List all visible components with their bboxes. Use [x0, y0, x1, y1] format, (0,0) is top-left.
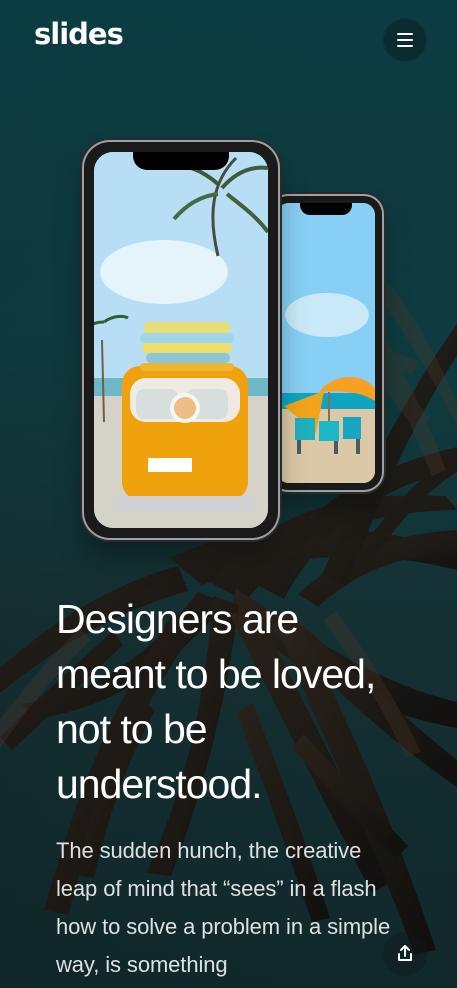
page: slides Designers are meant to be loved, …	[0, 0, 457, 988]
phone-screen-back	[277, 203, 375, 483]
phone-notch-back	[300, 203, 352, 215]
hero-body-copy: The sudden hunch, the creative leap of m…	[56, 838, 391, 977]
hero-headline: Designers are meant to be loved, not to …	[56, 596, 376, 807]
menu-button[interactable]	[383, 18, 427, 62]
phone-mockup-back	[270, 196, 382, 490]
share-button[interactable]	[383, 932, 427, 976]
surf-van-photo	[94, 152, 268, 528]
slides-logo[interactable]: slides	[34, 20, 124, 49]
phone-mockup-front	[84, 142, 278, 538]
share-icon	[398, 945, 412, 961]
top-header: slides	[0, 0, 457, 82]
phone-notch-front	[133, 152, 229, 170]
hamburger-icon	[397, 31, 413, 49]
beach-umbrella-photo	[277, 203, 375, 483]
phone-screen-front	[94, 152, 268, 528]
